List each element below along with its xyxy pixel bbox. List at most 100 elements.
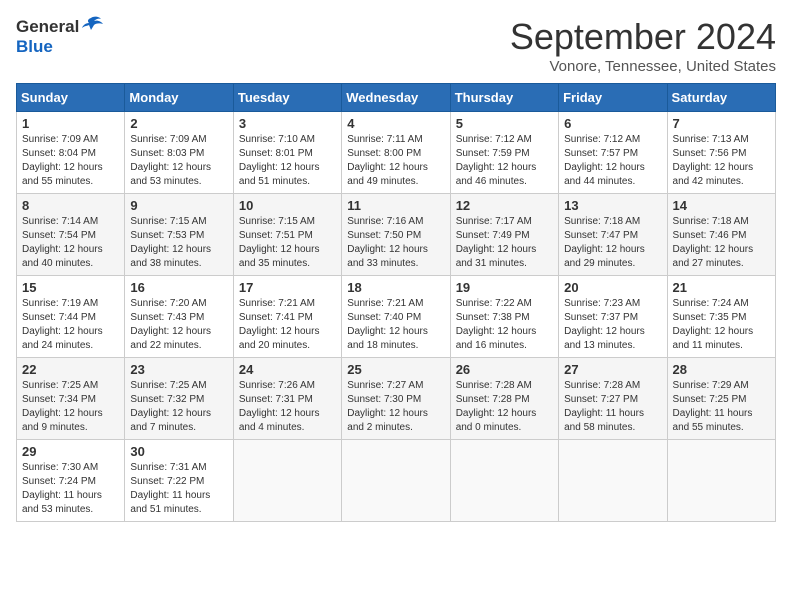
weekday-header-thursday: Thursday [450,84,558,112]
day-info: Sunrise: 7:31 AMSunset: 7:22 PMDaylight:… [130,461,227,517]
day-info: Sunrise: 7:28 AMSunset: 7:28 PMDaylight:… [456,379,553,435]
month-title: September 2024 [510,16,776,58]
calendar-cell: 24 Sunrise: 7:26 AMSunset: 7:31 PMDayligh… [233,358,341,440]
header: General Blue September 2024 Vonore, Tenn… [16,16,776,75]
day-number: 28 [673,362,770,377]
day-info: Sunrise: 7:11 AMSunset: 8:00 PMDaylight:… [347,133,444,189]
day-info: Sunrise: 7:12 AMSunset: 7:59 PMDaylight:… [456,133,553,189]
calendar-cell: 25Sunrise: 7:27 AMSunset: 7:30 PMDayligh… [342,358,450,440]
calendar-cell: 29 Sunrise: 7:30 AMSunset: 7:24 PMDayligh… [17,440,125,522]
day-number: 5 [456,116,553,131]
calendar-cell [559,440,667,522]
calendar-cell: 10Sunrise: 7:15 AMSunset: 7:51 PMDayligh… [233,194,341,276]
weekday-header-wednesday: Wednesday [342,84,450,112]
day-number: 4 [347,116,444,131]
day-number: 24 [239,362,336,377]
calendar-cell [233,440,341,522]
calendar-cell: 3 Sunrise: 7:10 AMSunset: 8:01 PMDaylight… [233,112,341,194]
calendar-cell: 7 Sunrise: 7:13 AMSunset: 7:56 PMDaylight… [667,112,775,194]
day-info: Sunrise: 7:27 AMSunset: 7:30 PMDaylight:… [347,379,444,435]
calendar-cell: 30 Sunrise: 7:31 AMSunset: 7:22 PMDayligh… [125,440,233,522]
day-info: Sunrise: 7:28 AMSunset: 7:27 PMDaylight:… [564,379,661,435]
calendar-cell: 19 Sunrise: 7:22 AMSunset: 7:38 PMDayligh… [450,276,558,358]
calendar-cell: 26 Sunrise: 7:28 AMSunset: 7:28 PMDayligh… [450,358,558,440]
calendar-cell: 13 Sunrise: 7:18 AMSunset: 7:47 PMDayligh… [559,194,667,276]
calendar-cell: 15Sunrise: 7:19 AMSunset: 7:44 PMDayligh… [17,276,125,358]
day-info: Sunrise: 7:09 AMSunset: 8:04 PMDaylight:… [22,133,119,189]
calendar-cell: 2Sunrise: 7:09 AMSunset: 8:03 PMDaylight… [125,112,233,194]
weekday-header-sunday: Sunday [17,84,125,112]
day-number: 6 [564,116,661,131]
day-info: Sunrise: 7:18 AMSunset: 7:47 PMDaylight:… [564,215,661,271]
calendar-cell: 14 Sunrise: 7:18 AMSunset: 7:46 PMDayligh… [667,194,775,276]
weekday-header-monday: Monday [125,84,233,112]
day-info: Sunrise: 7:09 AMSunset: 8:03 PMDaylight:… [130,133,227,189]
calendar-cell: 8 Sunrise: 7:14 AMSunset: 7:54 PMDaylight… [17,194,125,276]
calendar-cell: 1 Sunrise: 7:09 AMSunset: 8:04 PMDaylight… [17,112,125,194]
weekday-header-row: SundayMondayTuesdayWednesdayThursdayFrid… [17,84,776,112]
logo-blue-text: Blue [16,37,53,56]
calendar-cell: 17 Sunrise: 7:21 AMSunset: 7:41 PMDayligh… [233,276,341,358]
day-info: Sunrise: 7:22 AMSunset: 7:38 PMDaylight:… [456,297,553,353]
day-number: 1 [22,116,119,131]
logo-bird-icon [81,16,103,37]
day-number: 21 [673,280,770,295]
day-number: 18 [347,280,444,295]
day-info: Sunrise: 7:25 AMSunset: 7:32 PMDaylight:… [130,379,227,435]
day-number: 8 [22,198,119,213]
location-text: Vonore, Tennessee, United States [510,58,776,75]
day-info: Sunrise: 7:10 AMSunset: 8:01 PMDaylight:… [239,133,336,189]
calendar-cell: 28 Sunrise: 7:29 AMSunset: 7:25 PMDayligh… [667,358,775,440]
day-number: 13 [564,198,661,213]
day-info: Sunrise: 7:30 AMSunset: 7:24 PMDaylight:… [22,461,119,517]
calendar-cell [667,440,775,522]
day-number: 19 [456,280,553,295]
day-number: 22 [22,362,119,377]
title-area: September 2024 Vonore, Tennessee, United… [510,16,776,75]
day-number: 16 [130,280,227,295]
calendar-week-row: 22 Sunrise: 7:25 AMSunset: 7:34 PMDayligh… [17,358,776,440]
weekday-header-tuesday: Tuesday [233,84,341,112]
calendar-week-row: 8 Sunrise: 7:14 AMSunset: 7:54 PMDaylight… [17,194,776,276]
day-number: 29 [22,444,119,459]
day-info: Sunrise: 7:17 AMSunset: 7:49 PMDaylight:… [456,215,553,271]
day-number: 7 [673,116,770,131]
calendar-cell: 21 Sunrise: 7:24 AMSunset: 7:35 PMDayligh… [667,276,775,358]
calendar-week-row: 1 Sunrise: 7:09 AMSunset: 8:04 PMDaylight… [17,112,776,194]
logo-general-text: General [16,17,79,37]
weekday-header-saturday: Saturday [667,84,775,112]
day-number: 14 [673,198,770,213]
day-number: 23 [130,362,227,377]
calendar-cell: 6 Sunrise: 7:12 AMSunset: 7:57 PMDaylight… [559,112,667,194]
day-info: Sunrise: 7:21 AMSunset: 7:41 PMDaylight:… [239,297,336,353]
day-number: 26 [456,362,553,377]
day-number: 12 [456,198,553,213]
day-info: Sunrise: 7:16 AMSunset: 7:50 PMDaylight:… [347,215,444,271]
day-number: 11 [347,198,444,213]
day-number: 9 [130,198,227,213]
day-info: Sunrise: 7:20 AMSunset: 7:43 PMDaylight:… [130,297,227,353]
day-info: Sunrise: 7:15 AMSunset: 7:53 PMDaylight:… [130,215,227,271]
calendar-week-row: 15Sunrise: 7:19 AMSunset: 7:44 PMDayligh… [17,276,776,358]
day-info: Sunrise: 7:29 AMSunset: 7:25 PMDaylight:… [673,379,770,435]
calendar-cell: 5 Sunrise: 7:12 AMSunset: 7:59 PMDaylight… [450,112,558,194]
calendar-cell [342,440,450,522]
logo: General Blue [16,16,103,57]
day-number: 10 [239,198,336,213]
calendar-cell: 18Sunrise: 7:21 AMSunset: 7:40 PMDayligh… [342,276,450,358]
day-info: Sunrise: 7:13 AMSunset: 7:56 PMDaylight:… [673,133,770,189]
day-number: 30 [130,444,227,459]
day-info: Sunrise: 7:24 AMSunset: 7:35 PMDaylight:… [673,297,770,353]
calendar-cell: 27Sunrise: 7:28 AMSunset: 7:27 PMDayligh… [559,358,667,440]
day-info: Sunrise: 7:14 AMSunset: 7:54 PMDaylight:… [22,215,119,271]
day-info: Sunrise: 7:18 AMSunset: 7:46 PMDaylight:… [673,215,770,271]
day-number: 17 [239,280,336,295]
day-info: Sunrise: 7:26 AMSunset: 7:31 PMDaylight:… [239,379,336,435]
day-info: Sunrise: 7:25 AMSunset: 7:34 PMDaylight:… [22,379,119,435]
calendar-cell: 23 Sunrise: 7:25 AMSunset: 7:32 PMDayligh… [125,358,233,440]
calendar-cell [450,440,558,522]
day-info: Sunrise: 7:12 AMSunset: 7:57 PMDaylight:… [564,133,661,189]
day-number: 3 [239,116,336,131]
calendar-cell: 9 Sunrise: 7:15 AMSunset: 7:53 PMDaylight… [125,194,233,276]
calendar-table: SundayMondayTuesdayWednesdayThursdayFrid… [16,83,776,522]
